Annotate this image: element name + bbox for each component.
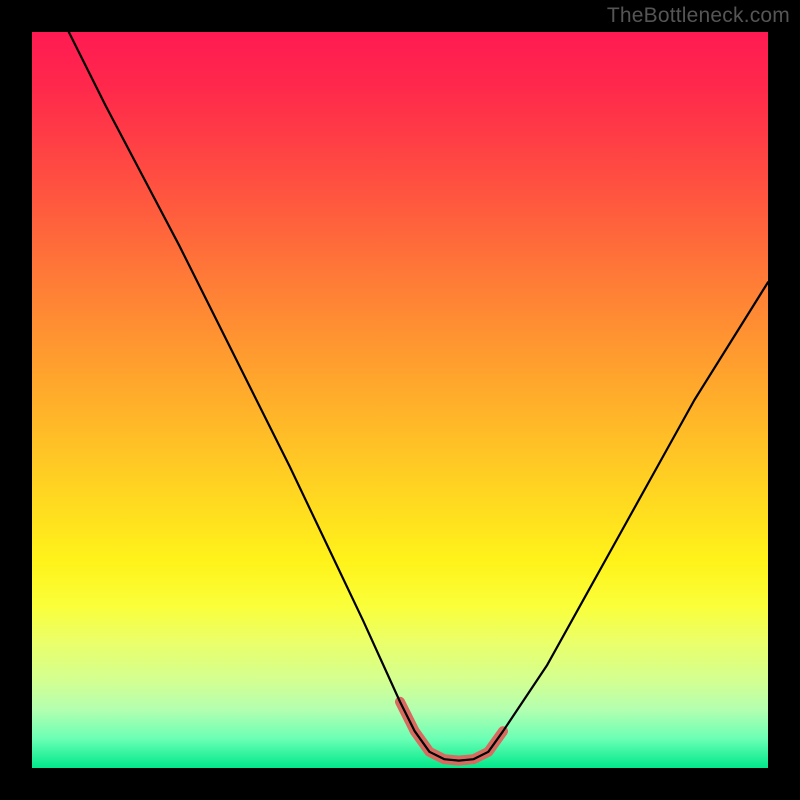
watermark-text: TheBottleneck.com — [607, 4, 790, 28]
plot-svg — [32, 32, 768, 768]
chart-frame: TheBottleneck.com — [0, 0, 800, 800]
main-curve — [69, 32, 768, 761]
plot-area — [32, 32, 768, 768]
